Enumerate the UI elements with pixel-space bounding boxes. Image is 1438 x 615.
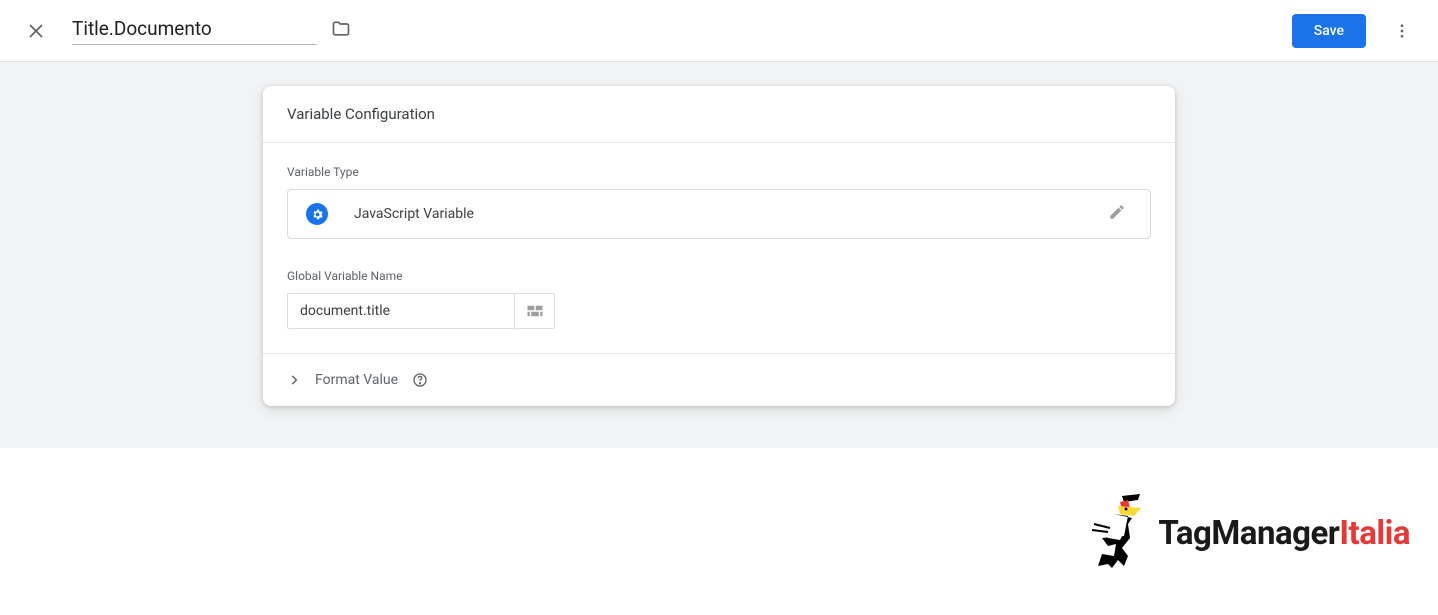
global-variable-name-label: Global Variable Name	[287, 269, 1151, 283]
variable-type-selector[interactable]: JavaScript Variable	[287, 189, 1151, 239]
logo-text: TagManagerItalia	[1158, 514, 1410, 553]
content-area: Variable Configuration Variable Type Jav…	[0, 62, 1438, 448]
footer-area: TagManagerItalia	[0, 448, 1438, 615]
format-value-label: Format Value	[315, 372, 398, 388]
edit-type-button[interactable]	[1108, 203, 1126, 225]
variable-type-label: Variable Type	[287, 165, 1151, 179]
chevron-right-icon	[287, 373, 301, 387]
more-vert-icon	[1393, 22, 1411, 40]
variable-name-input[interactable]	[72, 17, 317, 45]
variable-type-icon-wrap	[306, 203, 328, 225]
format-value-toggle[interactable]: Format Value	[263, 354, 1175, 406]
close-button[interactable]	[24, 19, 48, 43]
global-variable-name-input[interactable]	[287, 293, 515, 329]
save-button[interactable]: Save	[1292, 14, 1366, 48]
variable-picker-button[interactable]	[515, 293, 555, 329]
brick-icon	[526, 304, 544, 318]
help-icon	[412, 372, 428, 388]
card-title: Variable Configuration	[263, 86, 1175, 143]
card-body: Variable Type JavaScript Variable Global…	[263, 143, 1175, 329]
folder-icon	[331, 19, 351, 39]
pencil-icon	[1108, 203, 1126, 221]
woodpecker-icon	[1084, 488, 1154, 578]
folder-button[interactable]	[331, 19, 351, 43]
variable-config-card: Variable Configuration Variable Type Jav…	[263, 86, 1175, 406]
close-icon	[27, 22, 45, 40]
variable-type-name: JavaScript Variable	[354, 206, 474, 222]
more-menu-button[interactable]	[1382, 11, 1422, 51]
gear-icon	[311, 208, 324, 221]
global-variable-input-row	[287, 293, 1151, 329]
tagmanageritalia-logo: TagManagerItalia	[1084, 488, 1410, 578]
header: Save	[0, 0, 1438, 62]
